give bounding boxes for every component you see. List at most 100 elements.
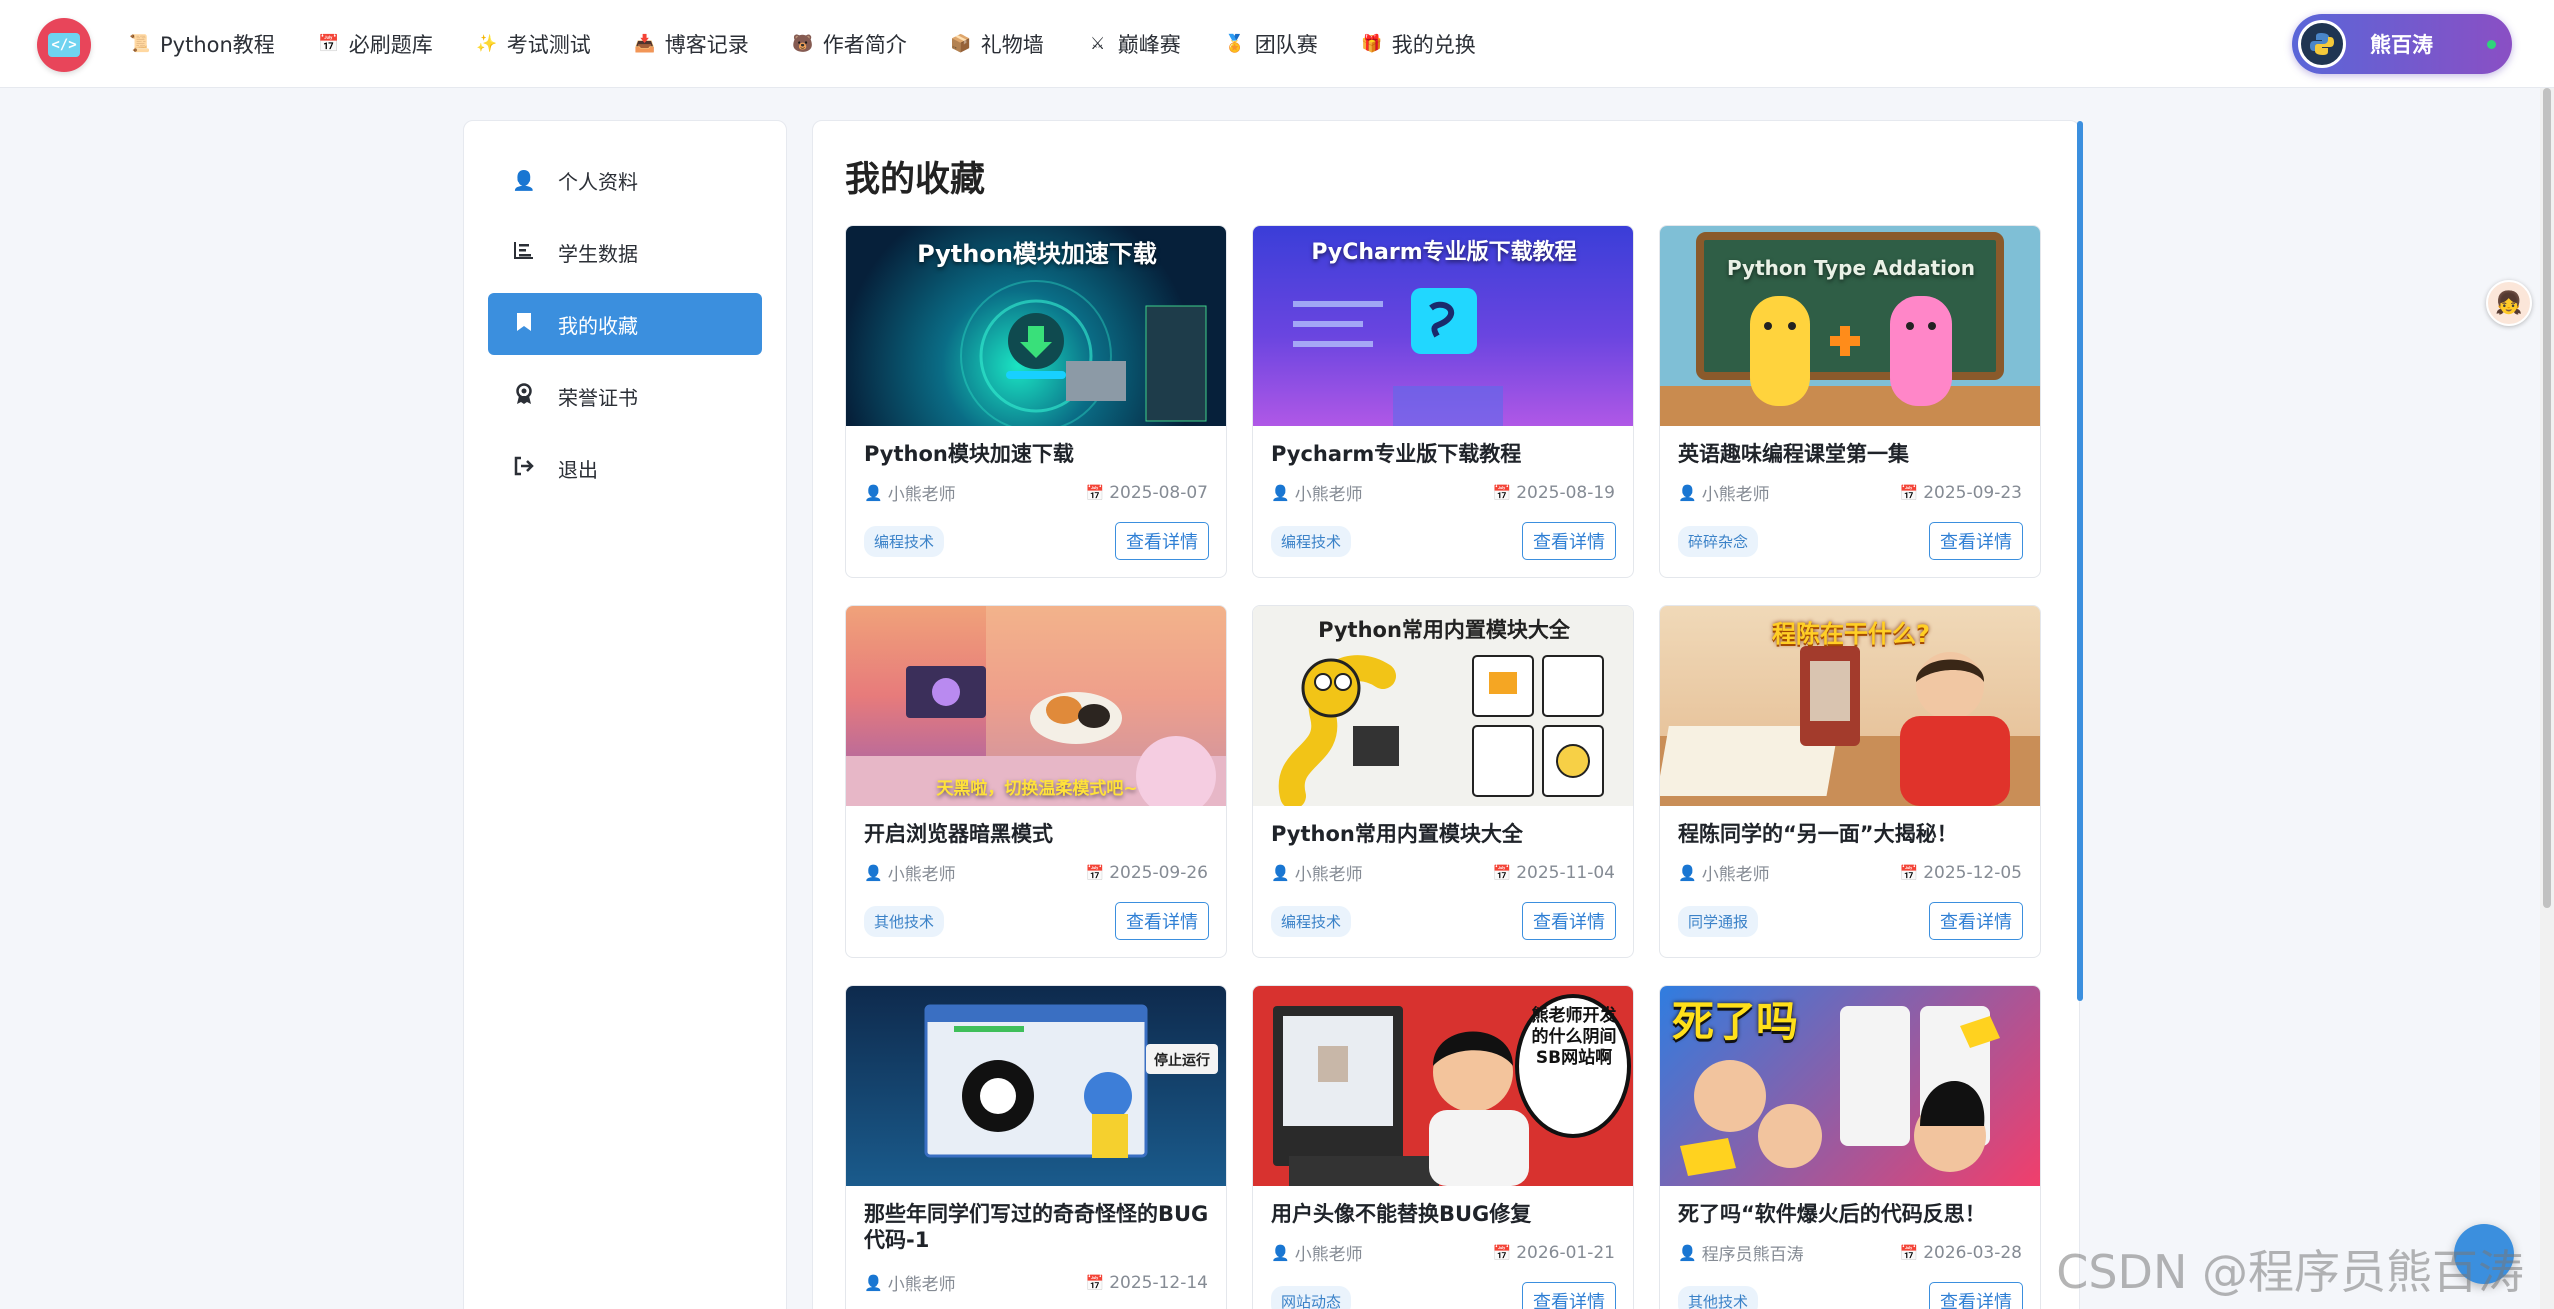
category-tag: 编程技术	[1271, 905, 1352, 937]
thumbnail-caption: 停止运行	[1154, 1053, 1210, 1069]
card-author: 👤 小熊老师	[864, 480, 956, 506]
top-navbar: </> 📜 Python教程 📅 必刷题库 ✨ 考试测试 📥 博客记录 🐻 作者简介 📦 礼…	[0, 0, 2554, 88]
date-text: 2025-08-07	[1109, 482, 1208, 503]
sidebar-item-student-data[interactable]: 学生数据	[488, 221, 762, 283]
author-name: 小熊老师	[887, 1275, 956, 1295]
nav-item-gift-wall[interactable]: 📦 礼物墙	[950, 29, 1044, 59]
panel-scroll-indicator[interactable]	[2077, 121, 2083, 1001]
card-author: 👤 小熊老师	[864, 860, 956, 886]
favorite-card[interactable]: 停止运行 那些年同学们写过的奇奇怪怪的BUG代码-1 👤 小熊老师 📅 2025-1…	[845, 985, 1227, 1309]
sparkles-icon: ✨	[476, 33, 498, 54]
category-tag: 碎碎杂念	[1678, 525, 1759, 557]
category-tag: 同学通报	[1678, 905, 1759, 937]
crossed-swords-icon: ⚔	[1090, 33, 1106, 54]
nav-item-my-exchange[interactable]: 🎁 我的兑换	[1361, 29, 1476, 59]
favorite-card[interactable]: 程陈在干什么? 程陈同学的“另一面”大揭秘！ 👤 小熊老师 📅 2025-12-05…	[1659, 605, 2041, 958]
nav-item-author[interactable]: 🐻 作者简介	[792, 29, 907, 59]
date-text: 2025-09-23	[1923, 482, 2022, 503]
card-thumbnail[interactable]: 熊老师开发的什么阴间SB网站啊	[1253, 986, 1633, 1186]
view-detail-button[interactable]: 查看详情	[1929, 522, 2023, 560]
python-logo-icon	[2310, 33, 2334, 55]
nav-label: 博客记录	[664, 33, 749, 57]
category-tag: 网站动态	[1271, 1285, 1352, 1309]
card-thumbnail[interactable]: PyCharm专业版下载教程	[1253, 226, 1633, 426]
favorite-card[interactable]: Python Type Addation 英语趣味编程课堂第一集 👤 小熊老师 📅…	[1659, 225, 2041, 578]
card-meta: 👤 小熊老师 📅 2026-01-21	[1271, 1240, 1615, 1266]
favorite-card[interactable]: 熊老师开发的什么阴间SB网站啊 用户头像不能替换BUG修复 👤 小熊老师 📅 202…	[1252, 985, 1634, 1309]
author-name: 小熊老师	[1701, 485, 1770, 505]
card-meta: 👤 小熊老师 📅 2025-12-05	[1678, 860, 2022, 886]
scrollbar-thumb[interactable]	[2543, 88, 2551, 908]
calendar-icon: 📅	[1492, 863, 1512, 882]
card-author: 👤 小熊老师	[1271, 1240, 1363, 1266]
nav-item-blog[interactable]: 📥 博客记录	[634, 29, 749, 59]
card-meta: 👤 小熊老师 📅 2025-11-04	[1271, 860, 1615, 886]
card-author: 👤 小熊老师	[1678, 860, 1770, 886]
card-author: 👤 小熊老师	[1678, 480, 1770, 506]
card-date: 📅 2025-08-19	[1493, 480, 1615, 505]
view-detail-button[interactable]: 查看详情	[1929, 1282, 2023, 1309]
user-menu[interactable]: 熊百涛	[2292, 14, 2512, 74]
view-detail-button[interactable]: 查看详情	[1115, 522, 1209, 560]
user-icon: 👤	[512, 169, 536, 192]
author-name: 小熊老师	[1701, 865, 1770, 885]
card-author: 👤 小熊老师	[864, 1270, 956, 1296]
favorite-card[interactable]: Python模块加速下载 Python模块加速下载 👤 小熊老师 📅 2025-08…	[845, 225, 1227, 578]
card-date: 📅 2025-12-05	[1900, 860, 2022, 885]
view-detail-button[interactable]: 查看详情	[1929, 902, 2023, 940]
assistant-avatar[interactable]: 👧	[2486, 280, 2532, 326]
card-meta: 👤 小熊老师 📅 2025-12-14	[864, 1270, 1208, 1296]
nav-item-python-tutorial[interactable]: 📜 Python教程	[129, 29, 274, 59]
card-title: 程陈同学的“另一面”大揭秘！	[1678, 822, 1958, 846]
site-logo[interactable]: </>	[37, 18, 91, 72]
user-name: 熊百涛	[2370, 33, 2433, 57]
sidebar-item-certificates[interactable]: 荣誉证书	[488, 365, 762, 427]
view-detail-button[interactable]: 查看详情	[1522, 1282, 1616, 1309]
view-detail-button[interactable]: 查看详情	[1522, 522, 1616, 560]
card-footer: 其他技术 查看详情	[864, 902, 1209, 940]
user-icon: 👤	[1678, 863, 1697, 882]
card-thumbnail[interactable]: 天黑啦，切换温柔模式吧~	[846, 606, 1226, 806]
author-name: 小熊老师	[887, 485, 956, 505]
favorite-card[interactable]: PyCharm专业版下载教程 Pycharm专业版下载教程 👤 小熊老师 📅 202…	[1252, 225, 1634, 578]
bar-chart-icon	[512, 241, 536, 264]
sidebar-item-logout[interactable]: 退出	[488, 437, 762, 499]
thumbnail-caption: 程陈在干什么?	[1772, 620, 1930, 648]
thumbnail-caption: Python常用内置模块大全	[1318, 618, 1570, 642]
calendar-icon: 📅	[1899, 483, 1919, 502]
calendar-icon: 📅	[1492, 1243, 1512, 1262]
view-detail-button[interactable]: 查看详情	[1115, 902, 1209, 940]
user-icon: 👤	[864, 483, 883, 502]
card-meta: 👤 小熊老师 📅 2025-09-23	[1678, 480, 2022, 506]
card-thumbnail[interactable]: 死了吗	[1660, 986, 2040, 1186]
nav-item-exam[interactable]: ✨ 考试测试	[476, 29, 591, 59]
card-footer: 编程技术 查看详情	[1271, 522, 1616, 560]
view-detail-button[interactable]: 查看详情	[1522, 902, 1616, 940]
sidebar-item-profile[interactable]: 👤 个人资料	[488, 149, 762, 211]
card-thumbnail[interactable]: Python Type Addation	[1660, 226, 2040, 426]
date-text: 2025-12-05	[1923, 862, 2022, 883]
category-tag: 编程技术	[864, 525, 945, 557]
category-tag: 其他技术	[864, 905, 945, 937]
card-thumbnail[interactable]: Python模块加速下载	[846, 226, 1226, 426]
nav-item-peak-match[interactable]: ⚔ 巅峰赛	[1088, 29, 1181, 59]
card-date: 📅 2026-03-28	[1900, 1240, 2022, 1265]
scroll-icon: 📜	[129, 33, 151, 54]
card-thumbnail[interactable]: Python常用内置模块大全	[1253, 606, 1633, 806]
sidebar-item-favorites[interactable]: 我的收藏	[488, 293, 762, 355]
card-thumbnail[interactable]: 程陈在干什么?	[1660, 606, 2040, 806]
favorite-card[interactable]: 死了吗 死了吗“软件爆火后的代码反思！ 👤 程序员熊百涛 📅 2026-03-28 …	[1659, 985, 2041, 1309]
nav-item-team-match[interactable]: 🏅 团队赛	[1224, 29, 1318, 59]
thumbnail-caption: 死了吗	[1672, 997, 1799, 1046]
card-thumbnail[interactable]: 停止运行	[846, 986, 1226, 1186]
nav-label: 团队赛	[1254, 33, 1318, 57]
favorite-card[interactable]: 天黑啦，切换温柔模式吧~ 开启浏览器暗黑模式 👤 小熊老师 📅 2025-09-26…	[845, 605, 1227, 958]
favorite-card[interactable]: Python常用内置模块大全 Python常用内置模块大全 👤 小熊老师 📅 202…	[1252, 605, 1634, 958]
code-icon: </>	[48, 33, 80, 57]
page-scrollbar[interactable]	[2540, 88, 2554, 1309]
author-name: 小熊老师	[887, 865, 956, 885]
date-text: 2026-03-28	[1923, 1242, 2022, 1263]
nav-item-question-bank[interactable]: 📅 必刷题库	[318, 29, 433, 59]
user-icon: 👤	[1271, 1243, 1290, 1262]
card-date: 📅 2025-12-14	[1086, 1270, 1208, 1295]
